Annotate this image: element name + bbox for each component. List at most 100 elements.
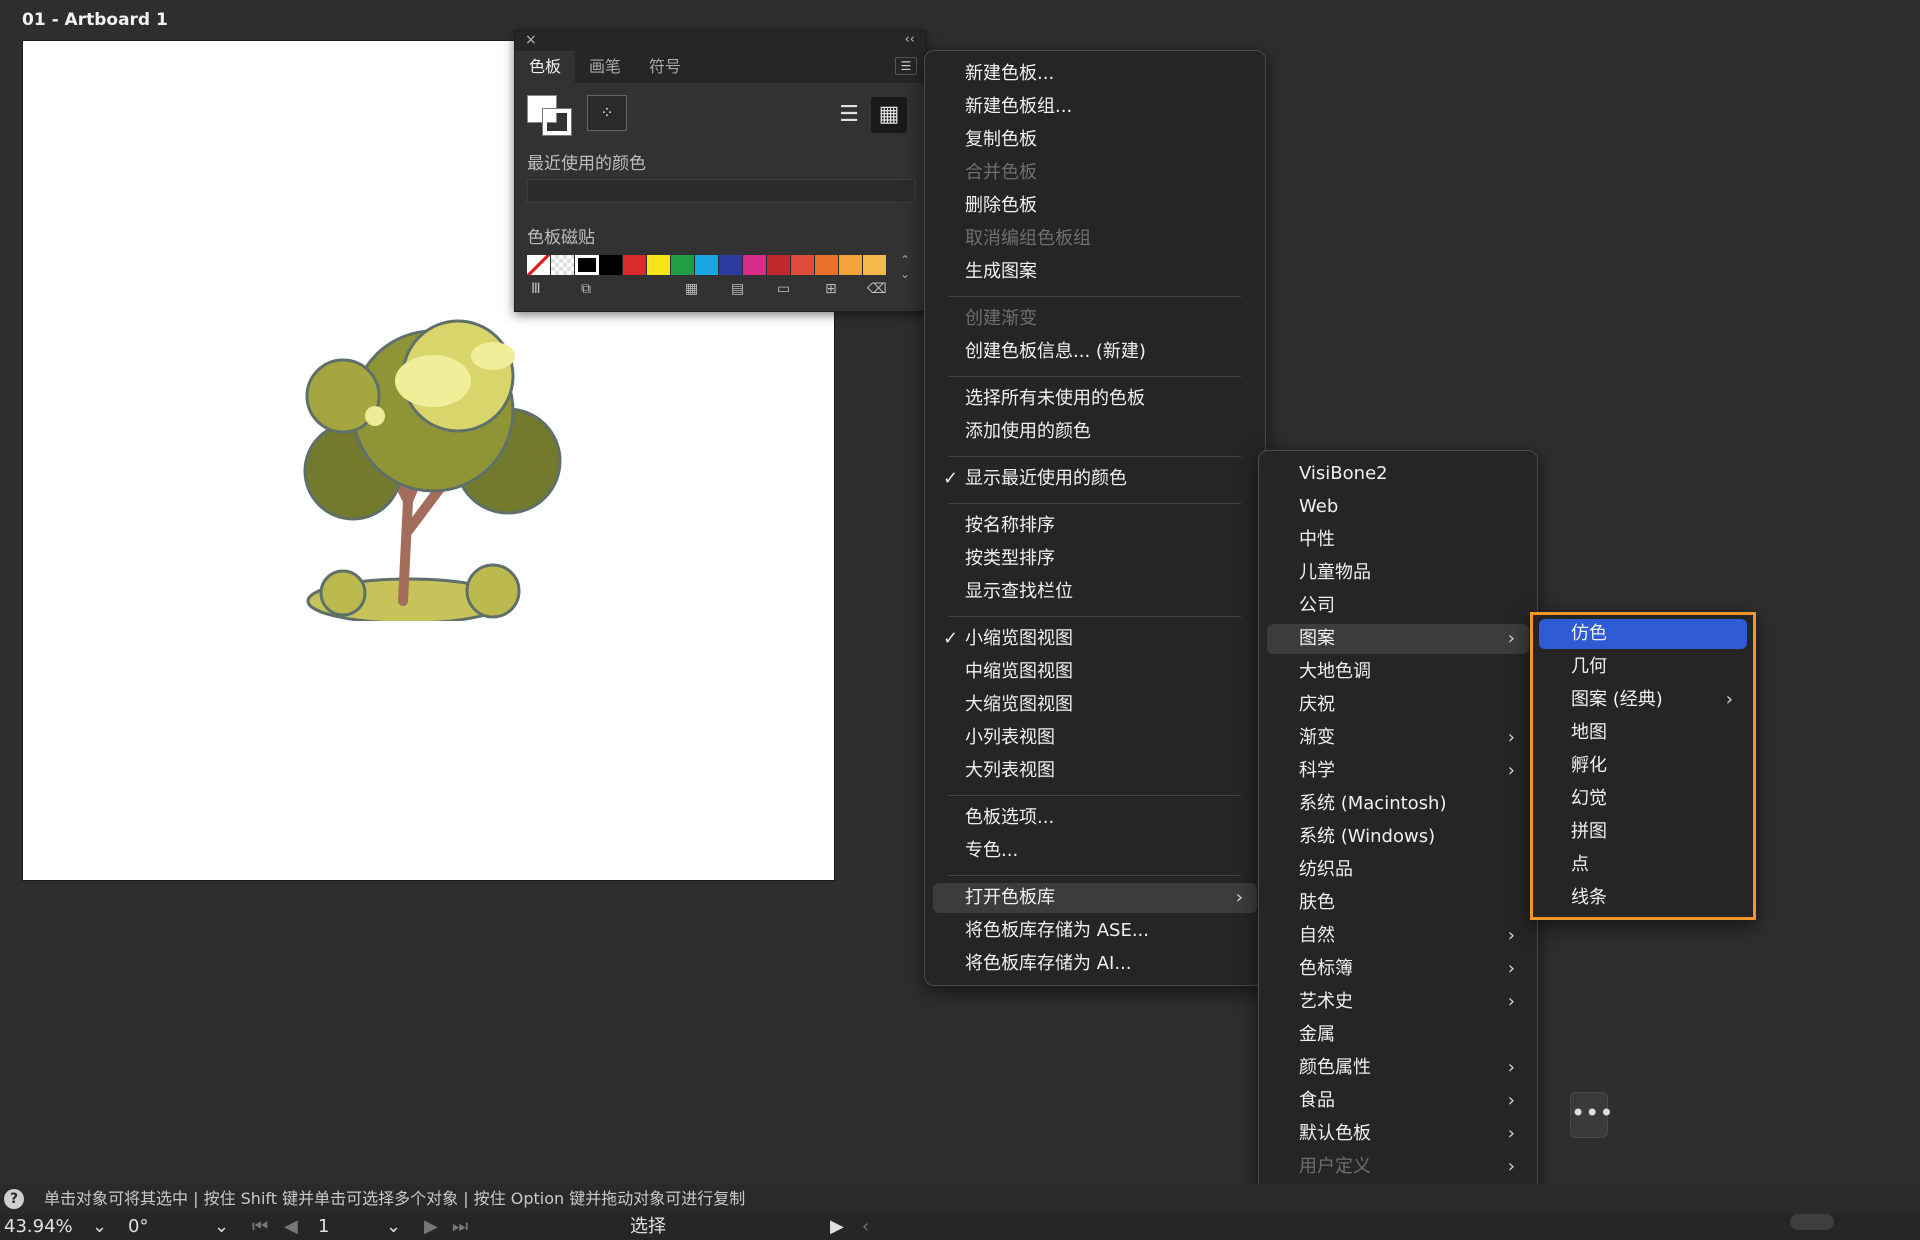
main-menu-item[interactable]: 色板选项... xyxy=(933,803,1257,833)
library-menu-item[interactable]: 渐变 › xyxy=(1267,723,1529,753)
pattern-menu-item[interactable]: 点 xyxy=(1539,850,1747,880)
pattern-menu-item[interactable]: 地图 xyxy=(1539,718,1747,748)
main-menu-item[interactable]: ✓ 小缩览图视图 xyxy=(933,624,1257,654)
library-menu-item[interactable]: 大地色调 xyxy=(1267,657,1529,687)
first-artboard-icon[interactable]: ⏮ xyxy=(252,1214,268,1240)
main-menu-item[interactable]: 新建色板组... xyxy=(933,92,1257,122)
zoom-dropdown-icon[interactable]: ⌄ xyxy=(92,1214,107,1240)
library-menu-item[interactable]: 科学 › xyxy=(1267,756,1529,786)
registration-swatch[interactable] xyxy=(551,255,575,275)
color-swatch[interactable] xyxy=(839,255,863,275)
show-kinds-icon[interactable]: ▦ xyxy=(685,281,698,297)
panel-title-bar[interactable]: × ‹‹ xyxy=(515,31,925,51)
pattern-swatch-icon[interactable]: ⁘ xyxy=(587,95,627,131)
color-swatch[interactable] xyxy=(695,255,719,275)
main-menu-item[interactable]: 删除色板 xyxy=(933,191,1257,221)
fill-stroke-indicator[interactable] xyxy=(527,95,575,136)
library-menu-item[interactable]: Web xyxy=(1267,492,1529,522)
new-swatch-icon[interactable]: ⊞ xyxy=(825,281,837,297)
color-swatch[interactable] xyxy=(623,255,647,275)
main-menu-item[interactable]: 中缩览图视图 xyxy=(933,657,1257,687)
color-swatch[interactable] xyxy=(671,255,695,275)
main-menu-item[interactable]: 小列表视图 xyxy=(933,723,1257,753)
main-menu-item[interactable]: 将色板库存储为 AI... xyxy=(933,949,1257,979)
last-artboard-icon[interactable]: ⏭ xyxy=(452,1214,468,1240)
pattern-menu-item[interactable]: 幻觉 xyxy=(1539,784,1747,814)
main-menu-item[interactable]: 添加使用的颜色 xyxy=(933,417,1257,447)
color-swatch[interactable] xyxy=(719,255,743,275)
color-swatch[interactable] xyxy=(575,255,599,275)
collapse-status-icon[interactable]: ‹ xyxy=(862,1214,869,1240)
zoom-level[interactable]: 43.94% xyxy=(4,1214,73,1240)
main-menu-item[interactable]: 选择所有未使用的色板 xyxy=(933,384,1257,414)
delete-icon[interactable]: ⌫ xyxy=(867,281,887,297)
main-menu-item[interactable]: 复制色板 xyxy=(933,125,1257,155)
color-swatch[interactable] xyxy=(599,255,623,275)
help-icon[interactable]: ? xyxy=(4,1189,24,1209)
main-menu-item[interactable]: 专色... xyxy=(933,836,1257,866)
tree-illustration[interactable] xyxy=(283,301,643,621)
main-menu-item[interactable]: 打开色板库 › xyxy=(933,883,1257,913)
library-icon[interactable]: Ⅲ xyxy=(531,281,541,297)
none-swatch[interactable] xyxy=(527,255,551,275)
new-group-icon[interactable]: ▭ xyxy=(777,281,790,297)
library-menu-item[interactable]: 儿童物品 xyxy=(1267,558,1529,588)
main-menu-item[interactable]: 生成图案 xyxy=(933,257,1257,287)
color-swatch[interactable] xyxy=(863,255,887,275)
tab-brushes[interactable]: 画笔 xyxy=(575,51,635,83)
pattern-menu-item[interactable]: 仿色 xyxy=(1539,619,1747,649)
library-menu-item[interactable]: 庆祝 xyxy=(1267,690,1529,720)
pattern-menu-item[interactable]: 图案 (经典) › xyxy=(1539,685,1747,715)
library-menu-item[interactable]: 纺织品 xyxy=(1267,855,1529,885)
main-menu-item[interactable]: 新建色板... xyxy=(933,59,1257,89)
main-menu-item[interactable]: 大缩览图视图 xyxy=(933,690,1257,720)
main-menu-item[interactable]: 显示查找栏位 xyxy=(933,577,1257,607)
rotation-dropdown-icon[interactable]: ⌄ xyxy=(214,1214,229,1240)
chip-scroll-icon[interactable]: ⌃ ⌄ xyxy=(895,253,915,281)
swatch-options-icon[interactable]: ▤ xyxy=(731,281,744,297)
color-swatch[interactable] xyxy=(815,255,839,275)
main-menu-item[interactable]: 大列表视图 xyxy=(933,756,1257,786)
library-menu-item[interactable]: VisiBone2 xyxy=(1267,459,1529,489)
main-menu-item[interactable]: 按类型排序 xyxy=(933,544,1257,574)
artboard-dropdown-icon[interactable]: ⌄ xyxy=(386,1214,401,1240)
library-menu-item[interactable]: 系统 (Macintosh) xyxy=(1267,789,1529,819)
color-swatch[interactable] xyxy=(743,255,767,275)
library-menu-item[interactable]: 图案 › xyxy=(1267,624,1529,654)
library-menu-item[interactable]: 系统 (Windows) xyxy=(1267,822,1529,852)
main-menu-item[interactable]: 按名称排序 xyxy=(933,511,1257,541)
grid-view-icon[interactable]: ▦ xyxy=(871,97,907,133)
tab-swatches[interactable]: 色板 xyxy=(515,51,576,83)
next-artboard-icon[interactable]: ▶ xyxy=(424,1214,438,1240)
main-menu-item[interactable]: ✓ 显示最近使用的颜色 xyxy=(933,464,1257,494)
collapse-icon[interactable]: ‹‹ xyxy=(905,32,915,47)
close-icon[interactable]: × xyxy=(525,32,537,48)
main-menu-item[interactable]: 将色板库存储为 ASE... xyxy=(933,916,1257,946)
library-menu-item[interactable]: 中性 xyxy=(1267,525,1529,555)
main-menu-item[interactable]: 创建色板信息... (新建) xyxy=(933,337,1257,367)
rotation-value[interactable]: 0° xyxy=(128,1214,148,1240)
library-menu-item[interactable]: 默认色板 › xyxy=(1267,1119,1529,1149)
library-menu-item[interactable]: 公司 xyxy=(1267,591,1529,621)
library-menu-item[interactable]: 艺术史 › xyxy=(1267,987,1529,1017)
color-swatch[interactable] xyxy=(647,255,671,275)
stroke-swatch[interactable] xyxy=(542,108,572,136)
library-menu-item[interactable]: 肤色 xyxy=(1267,888,1529,918)
library-menu-item[interactable]: 金属 xyxy=(1267,1020,1529,1050)
tab-symbols[interactable]: 符号 xyxy=(635,51,695,83)
panel-menu-icon[interactable]: ☰ xyxy=(895,57,917,75)
artboard-number[interactable]: 1 xyxy=(318,1214,329,1240)
list-view-icon[interactable]: ☰ xyxy=(831,97,867,133)
pattern-menu-item[interactable]: 几何 xyxy=(1539,652,1747,682)
color-swatch[interactable] xyxy=(791,255,815,275)
more-options-button[interactable]: ••• xyxy=(1570,1092,1613,1138)
library-menu-item[interactable]: 自然 › xyxy=(1267,921,1529,951)
library-menu-item[interactable]: 食品 › xyxy=(1267,1086,1529,1116)
library-menu-item[interactable]: 颜色属性 › xyxy=(1267,1053,1529,1083)
tool-menu-icon[interactable]: ▶ xyxy=(830,1214,844,1240)
pattern-menu-item[interactable]: 线条 xyxy=(1539,883,1747,913)
scroll-pill[interactable] xyxy=(1790,1214,1834,1230)
color-swatch[interactable] xyxy=(767,255,791,275)
library-menu-item[interactable]: 色标簿 › xyxy=(1267,954,1529,984)
pattern-menu-item[interactable]: 拼图 xyxy=(1539,817,1747,847)
